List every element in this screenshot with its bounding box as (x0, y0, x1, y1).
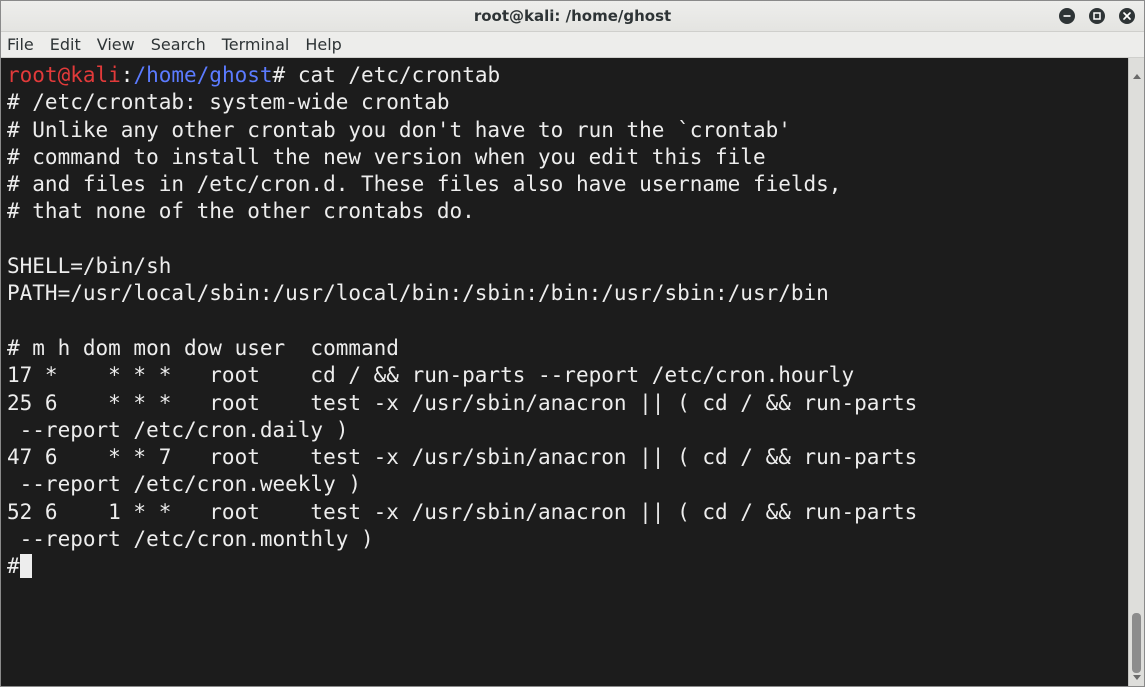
close-button[interactable] (1119, 8, 1135, 24)
title-bar[interactable]: root@kali: /home/ghost (1, 1, 1144, 32)
minimize-button[interactable] (1059, 8, 1075, 24)
terminal-cursor (19, 554, 32, 579)
scrollbar-thumb[interactable] (1132, 613, 1141, 673)
terminal-window: root@kali: /home/ghost File Edit View Se… (0, 0, 1145, 687)
maximize-button[interactable] (1089, 8, 1105, 24)
prompt-symbol: # (272, 63, 286, 87)
window-title: root@kali: /home/ghost (473, 7, 672, 25)
menu-view[interactable]: View (89, 32, 143, 57)
scroll-down-arrow-icon[interactable] (1133, 675, 1141, 680)
close-icon (1123, 12, 1131, 20)
prompt-separator: : (120, 63, 134, 87)
prompt-path: /home/ghost (133, 63, 273, 87)
vertical-scrollbar[interactable] (1128, 58, 1144, 686)
menu-bar: File Edit View Search Terminal Help (1, 32, 1144, 58)
scroll-up-arrow-icon[interactable] (1133, 74, 1141, 79)
prompt-user-host: root@kali (7, 63, 121, 87)
menu-search[interactable]: Search (143, 32, 214, 57)
terminal-area[interactable]: root@kali:/home/ghost# cat /etc/crontab … (1, 58, 1128, 686)
maximize-icon (1093, 12, 1101, 20)
menu-edit[interactable]: Edit (42, 32, 89, 57)
command-text: cat /etc/crontab (285, 63, 501, 87)
terminal-output: # /etc/crontab: system-wide crontab # Un… (7, 90, 918, 579)
menu-file[interactable]: File (1, 32, 42, 57)
menu-help[interactable]: Help (297, 32, 349, 57)
terminal-text: root@kali:/home/ghost# cat /etc/crontab … (1, 58, 1128, 581)
minimize-icon (1063, 15, 1071, 17)
menu-terminal[interactable]: Terminal (214, 32, 298, 57)
